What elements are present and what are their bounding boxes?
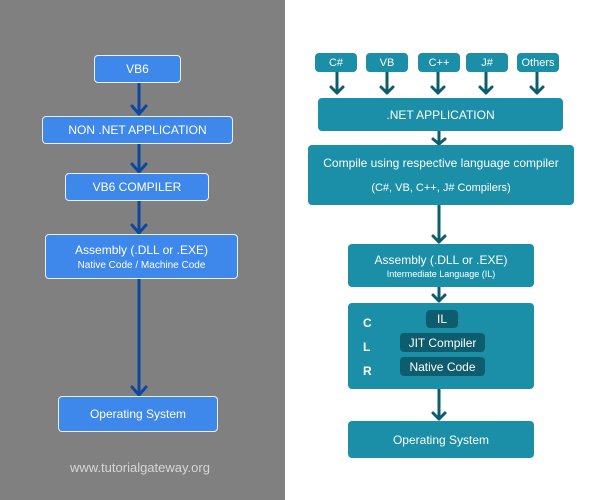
net-application-box: .NET APPLICATION (318, 98, 563, 131)
clr-letter-l: L (363, 340, 371, 354)
compile-box: Compile using respective language compil… (308, 145, 574, 205)
non-net-application-label: NON .NET APPLICATION (68, 123, 207, 137)
clr-step-native-code: Native Code (400, 357, 485, 376)
native-code-label: Native Code / Machine Code (77, 259, 206, 271)
language-chip-jsharp: J# (466, 53, 508, 72)
operating-system-label: Operating System (392, 432, 490, 447)
net-application-label: .NET APPLICATION (386, 107, 495, 122)
intermediate-language-label: Intermediate Language (IL) (386, 268, 496, 279)
language-chip-cpp: C++ (418, 53, 460, 72)
clr-step-il: IL (426, 310, 458, 328)
il-assembly-box: Assembly (.DLL or .EXE) Intermediate Lan… (348, 244, 534, 287)
vb6-box: VB6 (94, 55, 181, 83)
language-chip-others: Others (517, 53, 559, 72)
left-operating-system-box: Operating System (58, 396, 218, 432)
compile-label: Compile using respective language compil… (323, 156, 559, 170)
language-chip-vb: VB (366, 53, 408, 72)
assembly-label: Assembly (.DLL or .EXE) (75, 242, 208, 257)
vb6-label: VB6 (126, 62, 149, 76)
assembly-label: Assembly (.DLL or .EXE) (374, 252, 508, 267)
clr-step-jit-compiler: JIT Compiler (400, 333, 485, 352)
vb6-compiler-box: VB6 COMPILER (65, 173, 209, 201)
clr-letter-c: C (363, 316, 372, 330)
operating-system-label: Operating System (89, 407, 187, 421)
clr-letter-r: R (363, 364, 372, 378)
watermark: www.tutorialgateway.org (70, 460, 210, 475)
right-operating-system-box: Operating System (348, 421, 534, 458)
vb6-compiler-label: VB6 COMPILER (92, 180, 182, 194)
language-chip-csharp: C# (315, 53, 357, 72)
non-net-application-box: NON .NET APPLICATION (42, 116, 233, 144)
compilers-label: (C#, VB, C++, J# Compilers) (371, 182, 511, 194)
native-assembly-box: Assembly (.DLL or .EXE) Native Code / Ma… (45, 234, 238, 279)
